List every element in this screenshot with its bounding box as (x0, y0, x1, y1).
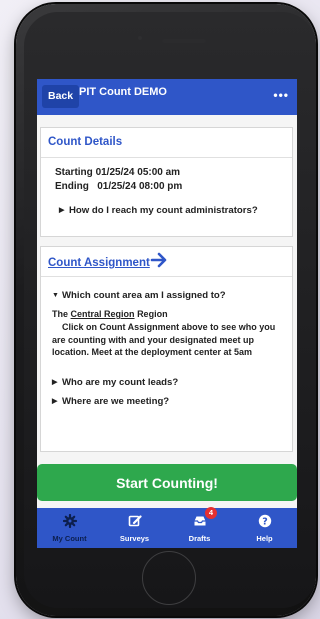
faq-count-area-label: Which count area am I assigned to? (62, 290, 226, 301)
count-assignment-card: Count Assignment ▼ Which count area am I … (40, 246, 293, 452)
inbox-icon (194, 516, 205, 526)
count-details-title: Count Details (48, 136, 123, 148)
app-title: PIT Count DEMO (79, 86, 167, 98)
start-counting-button[interactable]: Start Counting! (37, 464, 297, 501)
ending-row: Ending 01/25/24 08:00 pm (55, 181, 182, 192)
count-assignment-link[interactable]: Count Assignment (48, 257, 150, 269)
tab-label: Drafts (188, 534, 211, 543)
faq-count-leads[interactable]: ▶ Who are my count leads? (52, 377, 178, 388)
more-menu-icon[interactable]: ••• (273, 88, 289, 102)
question-icon: ? (258, 514, 271, 528)
region-instructions: Click on Count Assignment above to see w… (52, 321, 287, 359)
gear-icon (62, 514, 77, 528)
back-button[interactable]: Back (42, 85, 80, 108)
starting-row: Starting 01/25/24 05:00 am (55, 167, 180, 178)
faq-count-leads-label: Who are my count leads? (62, 377, 179, 388)
front-camera (138, 36, 142, 40)
caret-right-icon: ▶ (52, 379, 58, 386)
faq-meeting[interactable]: ▶ Where are we meeting? (52, 396, 169, 407)
bottom-tab-bar: My Count Surveys 4 Drafts ? Help (37, 507, 297, 548)
faq-administrators[interactable]: ▶ How do I reach my count administrators? (59, 205, 258, 216)
app-screen: Back PIT Count DEMO ••• Count Details St… (37, 79, 297, 548)
ending-value: 01/25/24 08:00 pm (97, 181, 183, 192)
count-details-card: Count Details Starting 01/25/24 05:00 am… (40, 127, 293, 237)
tab-label: Help (256, 534, 273, 543)
tab-help[interactable]: ? Help (232, 508, 297, 548)
tab-label: My Count (52, 534, 87, 543)
tab-my-count[interactable]: My Count (37, 508, 102, 548)
region-line: The Central Region Region (52, 309, 168, 319)
faq-count-area[interactable]: ▼ Which count area am I assigned to? (52, 290, 226, 301)
region-name-link[interactable]: Central Region (71, 309, 135, 319)
edit-icon (128, 515, 142, 527)
caret-down-icon: ▼ (52, 292, 59, 299)
ending-label: Ending (55, 181, 89, 192)
drafts-badge: 4 (205, 507, 217, 519)
caret-right-icon: ▶ (52, 398, 58, 405)
region-suffix: Region (137, 309, 168, 319)
region-instructions-text: Click on Count Assignment above to see w… (52, 322, 276, 357)
starting-label: Starting (55, 167, 93, 178)
top-bar: Back PIT Count DEMO ••• (37, 79, 297, 115)
divider (41, 157, 292, 158)
divider (41, 276, 292, 277)
tab-label: Surveys (119, 534, 150, 543)
caret-right-icon: ▶ (59, 207, 65, 214)
home-button[interactable] (142, 551, 196, 605)
earpiece-speaker (162, 39, 206, 43)
arrow-right-icon[interactable] (150, 251, 168, 269)
tab-drafts[interactable]: 4 Drafts (167, 507, 232, 548)
starting-value: 01/25/24 05:00 am (95, 167, 181, 178)
faq-administrators-label: How do I reach my count administrators? (69, 205, 258, 216)
svg-text:?: ? (262, 517, 268, 528)
region-prefix: The (52, 309, 69, 319)
tab-surveys[interactable]: Surveys (102, 508, 167, 548)
faq-meeting-label: Where are we meeting? (62, 396, 170, 407)
